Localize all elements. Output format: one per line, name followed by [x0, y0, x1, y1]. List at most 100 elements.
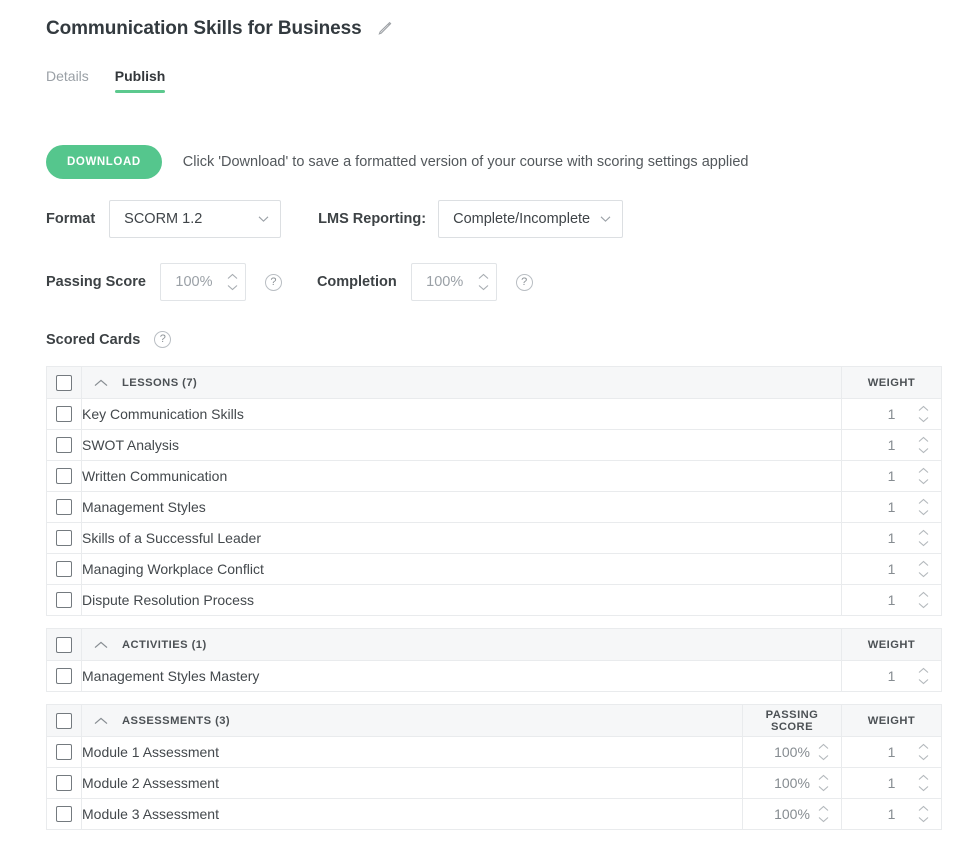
row-passing-score-input[interactable]: 100% [742, 767, 842, 799]
row-name: Module 3 Assessment [81, 798, 743, 830]
row-weight-input[interactable]: 1 [841, 553, 942, 585]
select-all-cell[interactable] [46, 628, 82, 661]
row-checkbox[interactable] [56, 499, 72, 515]
collapse-chevron-up-icon[interactable] [94, 641, 108, 649]
row-weight-input[interactable]: 1 [841, 798, 942, 830]
row-checkbox[interactable] [56, 374, 72, 391]
pencil-icon[interactable] [374, 19, 394, 39]
section-title-cell[interactable]: ACTIVITIES (1) [81, 628, 842, 661]
row-checkbox[interactable] [56, 636, 72, 653]
row-weight-input[interactable]: 1 [841, 584, 942, 616]
page-header: Communication Skills for Business [46, 18, 394, 40]
table-row: Managing Workplace Conflict 1 [46, 553, 942, 585]
passing-score-input[interactable]: 100% [159, 263, 246, 301]
select-all-cell[interactable] [46, 366, 82, 399]
row-name: Management Styles Mastery [81, 660, 842, 692]
select-all-cell[interactable] [46, 704, 82, 737]
lms-reporting-select[interactable]: Complete/Incomplete [438, 200, 624, 238]
row-checkbox[interactable] [56, 775, 72, 791]
section-title: ACTIVITIES (1) [122, 638, 207, 651]
tab-publish[interactable]: Publish [114, 68, 165, 93]
row-checkbox-cell[interactable] [46, 584, 82, 616]
row-checkbox[interactable] [56, 468, 72, 484]
row-checkbox-cell[interactable] [46, 660, 82, 692]
row-weight-input[interactable]: 1 [841, 491, 942, 523]
row-weight-input[interactable]: 1 [841, 736, 942, 768]
row-weight-input[interactable]: 1 [841, 460, 942, 492]
row-name: Management Styles [81, 491, 842, 523]
row-checkbox[interactable] [56, 712, 72, 729]
completion-label: Completion [316, 274, 397, 290]
row-checkbox[interactable] [56, 437, 72, 453]
row-checkbox-cell[interactable] [46, 767, 82, 799]
table-row: Module 1 Assessment 100% 1 [46, 736, 942, 768]
row-weight-input[interactable]: 1 [841, 398, 942, 430]
row-name: SWOT Analysis [81, 429, 842, 461]
row-checkbox[interactable] [56, 806, 72, 822]
row-checkbox[interactable] [56, 744, 72, 760]
row-checkbox-cell[interactable] [46, 460, 82, 492]
row-checkbox-cell[interactable] [46, 491, 82, 523]
section-table-activities: ACTIVITIES (1) WEIGHT Management Styles Ma… [46, 628, 942, 692]
stepper-arrows[interactable] [227, 273, 238, 291]
download-hint: Click 'Download' to save a formatted ver… [182, 154, 749, 170]
section-table-assessments: ASSESSMENTS (3) PASSING SCORE WEIGHT Module… [46, 704, 942, 830]
stepper-arrows[interactable] [918, 591, 929, 609]
row-checkbox-cell[interactable] [46, 798, 82, 830]
section-table-lessons: LESSONS (7) WEIGHT Key Communication Skill… [46, 366, 942, 616]
row-name: Key Communication Skills [81, 398, 842, 430]
format-select-value: SCORM 1.2 [124, 211, 203, 227]
row-name: Dispute Resolution Process [81, 584, 842, 616]
scored-cards-label: Scored Cards [46, 331, 141, 348]
stepper-arrows[interactable] [918, 529, 929, 547]
download-button[interactable]: DOWNLOAD [46, 145, 162, 179]
collapse-chevron-up-icon[interactable] [94, 717, 108, 725]
stepper-arrows[interactable] [918, 467, 929, 485]
stepper-arrows[interactable] [918, 405, 929, 423]
section-title: LESSONS (7) [122, 376, 198, 389]
passing-score-value: 100% [175, 274, 213, 290]
format-select[interactable]: SCORM 1.2 [109, 200, 282, 238]
stepper-arrows[interactable] [918, 805, 929, 823]
row-checkbox[interactable] [56, 406, 72, 422]
row-checkbox-cell[interactable] [46, 398, 82, 430]
row-weight-input[interactable]: 1 [841, 522, 942, 554]
row-checkbox-cell[interactable] [46, 736, 82, 768]
row-weight-input[interactable]: 1 [841, 660, 942, 692]
stepper-arrows[interactable] [918, 498, 929, 516]
row-passing-score-input[interactable]: 100% [742, 798, 842, 830]
column-header-weight: WEIGHT [841, 366, 942, 399]
stepper-arrows[interactable] [818, 743, 829, 761]
row-checkbox-cell[interactable] [46, 553, 82, 585]
row-checkbox[interactable] [56, 561, 72, 577]
column-header-weight: WEIGHT [841, 704, 942, 737]
scored-cards-help-icon[interactable]: ? [154, 331, 172, 348]
row-name: Module 2 Assessment [81, 767, 743, 799]
row-checkbox-cell[interactable] [46, 429, 82, 461]
row-name: Managing Workplace Conflict [81, 553, 842, 585]
section-title-cell[interactable]: ASSESSMENTS (3) [81, 704, 743, 737]
collapse-chevron-up-icon[interactable] [94, 379, 108, 387]
stepper-arrows[interactable] [478, 273, 489, 291]
table-row: Skills of a Successful Leader 1 [46, 522, 942, 554]
stepper-arrows[interactable] [918, 743, 929, 761]
row-checkbox[interactable] [56, 668, 72, 684]
row-checkbox[interactable] [56, 592, 72, 608]
completion-input[interactable]: 100% [410, 263, 497, 301]
row-passing-score-input[interactable]: 100% [742, 736, 842, 768]
stepper-arrows[interactable] [818, 805, 829, 823]
row-weight-input[interactable]: 1 [841, 429, 942, 461]
section-header-row: LESSONS (7) WEIGHT [46, 366, 942, 399]
row-checkbox[interactable] [56, 530, 72, 546]
section-title-cell[interactable]: LESSONS (7) [81, 366, 842, 399]
passing-score-help-icon[interactable]: ? [264, 273, 282, 291]
stepper-arrows[interactable] [918, 560, 929, 578]
row-weight-input[interactable]: 1 [841, 767, 942, 799]
stepper-arrows[interactable] [918, 436, 929, 454]
row-checkbox-cell[interactable] [46, 522, 82, 554]
tab-details[interactable]: Details [46, 68, 89, 93]
stepper-arrows[interactable] [918, 667, 929, 685]
stepper-arrows[interactable] [918, 774, 929, 792]
stepper-arrows[interactable] [818, 774, 829, 792]
completion-help-icon[interactable]: ? [515, 273, 533, 291]
